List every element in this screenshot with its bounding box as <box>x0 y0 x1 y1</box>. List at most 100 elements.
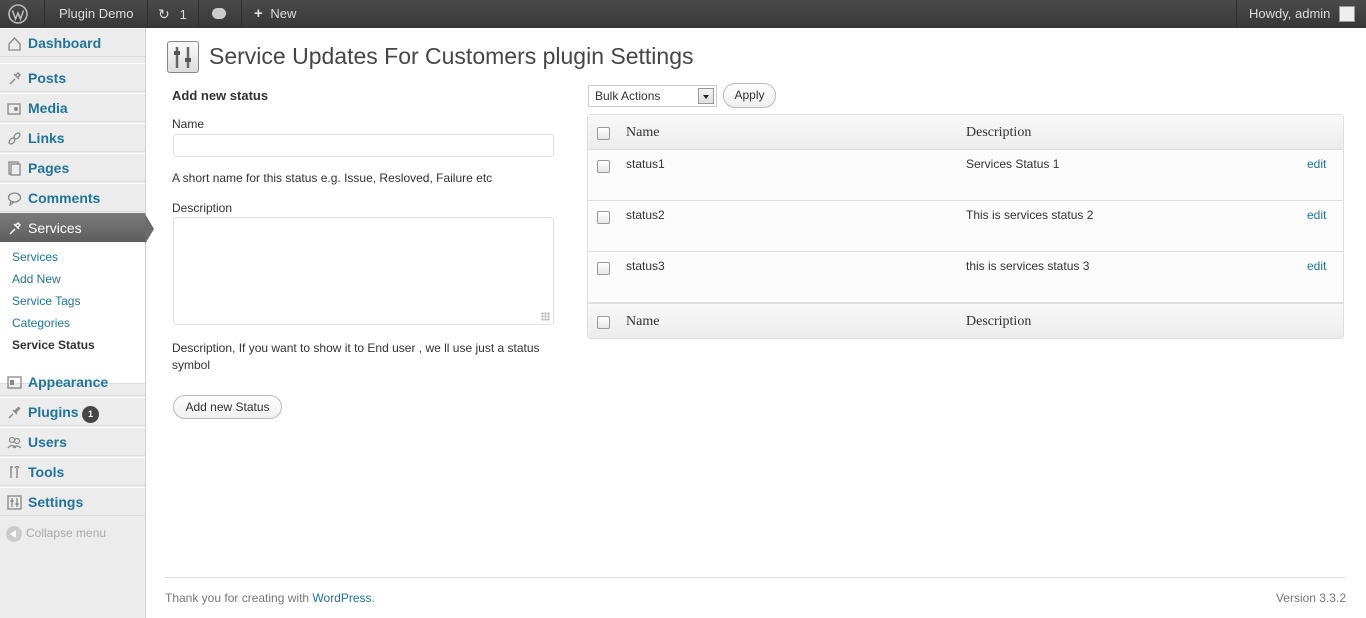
select-all-checkbox[interactable] <box>597 316 610 329</box>
my-account-link[interactable]: Howdy, admin <box>1249 0 1356 28</box>
collapse-menu-button[interactable]: Collapse menu <box>6 526 106 542</box>
admin-bar: Plugin Demo ↻ 1 + New Howdy, admin <box>0 0 1366 28</box>
add-new-status-button[interactable]: Add new Status <box>173 395 282 419</box>
menu-label: Services <box>28 220 82 236</box>
menu-item-settings[interactable]: Settings <box>0 487 145 516</box>
menu-item-comments[interactable]: Comments <box>0 183 145 212</box>
pages-icon <box>7 161 22 176</box>
name-input[interactable] <box>173 134 554 157</box>
howdy-text: Howdy, admin <box>1249 6 1331 21</box>
column-header-name[interactable]: Name <box>626 125 659 141</box>
table-row: status2 This is services status 2 edit <box>588 201 1343 252</box>
description-textarea[interactable] <box>173 217 554 325</box>
submenu-item-service-status[interactable]: Service Status <box>12 338 95 352</box>
bulk-actions-value: Bulk Actions <box>595 89 661 103</box>
edit-link[interactable]: edit <box>1307 259 1326 273</box>
plugins-update-badge: 1 <box>82 406 99 423</box>
row-description: Services Status 1 <box>966 157 1060 171</box>
edit-link[interactable]: edit <box>1307 208 1326 222</box>
table-footer: Name Description <box>588 303 1343 338</box>
footer-thanks: Thank you for creating with WordPress. <box>165 591 375 605</box>
column-header-description[interactable]: Description <box>966 125 1031 141</box>
dashboard-icon <box>7 36 22 51</box>
settings-page-icon <box>167 41 199 73</box>
submenu-item-add-new[interactable]: Add New <box>12 272 61 286</box>
menu-label: Media <box>28 100 68 116</box>
menu-item-users[interactable]: Users <box>0 427 145 456</box>
bulk-actions-select[interactable]: Bulk Actions <box>588 85 717 107</box>
plugin-icon <box>7 405 22 420</box>
comments-link[interactable] <box>212 0 226 28</box>
row-checkbox[interactable] <box>597 160 610 173</box>
name-help-text: A short name for this status e.g. Issue,… <box>172 171 493 185</box>
menu-item-services[interactable]: Services <box>0 213 154 244</box>
wordpress-logo-icon[interactable] <box>8 0 38 28</box>
menu-label: Appearance <box>28 374 109 390</box>
version-text: Version 3.3.2 <box>1275 591 1346 605</box>
submenu-item-categories[interactable]: Categories <box>12 316 70 330</box>
new-label: New <box>270 6 297 21</box>
plus-icon: + <box>254 5 263 22</box>
wordpress-link[interactable]: WordPress <box>312 591 371 605</box>
submenu-item-service-tags[interactable]: Service Tags <box>12 294 80 308</box>
menu-label: Settings <box>28 494 84 510</box>
row-checkbox[interactable] <box>597 211 610 224</box>
menu-item-posts[interactable]: Posts <box>0 63 145 92</box>
status-table: Name Description status1 Services Status… <box>587 114 1344 339</box>
updates-count: 1 <box>179 7 187 22</box>
appearance-icon <box>7 375 22 390</box>
description-label: Description <box>172 201 233 215</box>
row-description: this is services status 3 <box>966 259 1090 273</box>
menu-item-appearance[interactable]: Appearance <box>0 367 145 396</box>
column-footer-name[interactable]: Name <box>626 314 659 330</box>
avatar <box>1339 5 1356 22</box>
resize-grip-icon[interactable] <box>541 312 550 321</box>
menu-item-links[interactable]: Links <box>0 123 145 152</box>
menu-item-tools[interactable]: Tools <box>0 457 145 486</box>
site-name-link[interactable]: Plugin Demo <box>59 0 133 28</box>
row-name: status3 <box>626 259 665 273</box>
table-row: status3 this is services status 3 edit <box>588 252 1343 303</box>
separator <box>198 0 199 28</box>
footer-thanks-prefix: Thank you for creating with <box>165 591 313 605</box>
row-description: This is services status 2 <box>966 208 1094 222</box>
new-content-link[interactable]: + New <box>254 0 296 28</box>
separator <box>241 0 242 28</box>
pin-icon <box>7 71 22 86</box>
table-header: Name Description <box>588 115 1343 150</box>
separator <box>44 0 45 28</box>
link-icon <box>7 131 22 146</box>
menu-item-plugins[interactable]: Plugins 1 <box>0 397 145 426</box>
pin-icon <box>7 221 22 236</box>
chevron-down-icon <box>698 88 714 104</box>
media-icon <box>7 101 22 116</box>
row-checkbox[interactable] <box>597 262 610 275</box>
apply-button[interactable]: Apply <box>723 83 776 108</box>
current-arrow <box>145 214 154 244</box>
services-submenu: Services Add New Service Tags Categories… <box>0 242 145 384</box>
footer-thanks-suffix: . <box>371 591 375 605</box>
updates-link[interactable]: ↻ 1 <box>158 0 187 28</box>
submenu-item-services[interactable]: Services <box>12 250 58 264</box>
comment-icon <box>7 191 22 207</box>
description-help-text: Description, If you want to show it to E… <box>172 341 540 372</box>
menu-item-dashboard[interactable]: Dashboard <box>0 28 145 57</box>
menu-item-media[interactable]: Media <box>0 93 145 122</box>
edit-link[interactable]: edit <box>1307 157 1326 171</box>
add-new-status-heading: Add new status <box>172 88 269 103</box>
refresh-icon: ↻ <box>158 6 170 22</box>
menu-label: Comments <box>28 190 101 206</box>
footer-divider <box>165 577 1346 578</box>
select-all-checkbox[interactable] <box>597 127 610 140</box>
column-footer-description[interactable]: Description <box>966 314 1031 330</box>
admin-sidebar: Dashboard Posts Media Links Pages Commen… <box>0 28 154 618</box>
menu-label: Links <box>28 130 65 146</box>
menu-label: Users <box>28 434 67 450</box>
menu-label: Dashboard <box>28 35 102 51</box>
users-icon <box>7 435 22 450</box>
row-name: status1 <box>626 157 665 171</box>
collapse-arrow-icon <box>6 526 22 542</box>
menu-label: Posts <box>28 70 67 86</box>
collapse-label: Collapse menu <box>26 526 107 541</box>
menu-item-pages[interactable]: Pages <box>0 153 145 182</box>
